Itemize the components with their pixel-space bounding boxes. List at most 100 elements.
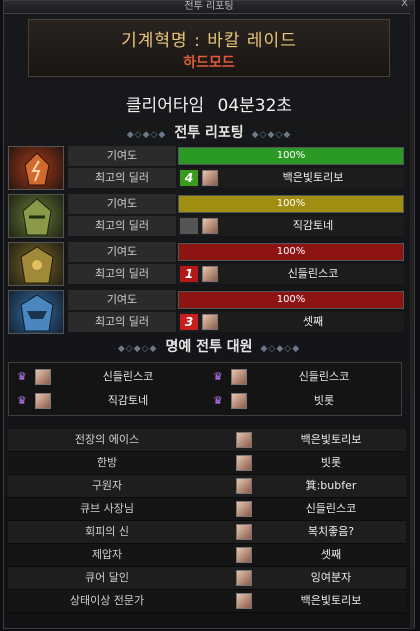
contribution-label: 기여도 xyxy=(68,194,176,214)
window-titlebar[interactable]: 전투 리포팅 X xyxy=(4,0,414,14)
award-recipient: 셋째 xyxy=(320,548,342,561)
avatar xyxy=(236,432,252,448)
character-portrait xyxy=(8,146,64,190)
contribution-percent: 100% xyxy=(276,246,306,257)
award-row: 구원자 箕:bubfer xyxy=(8,475,406,498)
avatar xyxy=(35,369,51,385)
ornament-icon: ◆◇◆◇◆ xyxy=(260,344,301,354)
award-row: 한방 빗롯 xyxy=(8,452,406,475)
avatar xyxy=(236,524,252,540)
contribution-percent: 100% xyxy=(276,198,306,209)
award-title: 큐어 달인 xyxy=(85,571,129,584)
window-title: 전투 리포팅 xyxy=(184,1,234,12)
award-recipient: 빗롯 xyxy=(320,456,342,469)
award-recipient: 잉여분자 xyxy=(310,571,352,584)
award-recipient: 백은빛토리보 xyxy=(300,433,362,446)
clear-time: 클리어타임 04분32초 xyxy=(4,91,414,116)
crown-icon: ♛ xyxy=(17,370,27,383)
award-row: 상태이상 전문가 백은빛토리보 xyxy=(8,590,406,613)
award-row: 큐브 사장님 신들린스코 xyxy=(8,498,406,521)
best-dealer-box: 3 셋째 xyxy=(178,312,404,332)
honor-member: ♛ 신들린스코 xyxy=(209,367,399,387)
avatar xyxy=(202,218,218,234)
avatar xyxy=(231,369,247,385)
player-row: 기여도 100% 최고의 딜러 4 백은빛토리보 xyxy=(8,146,404,190)
avatar xyxy=(202,266,218,282)
honor-member-name: 직감토네 xyxy=(107,394,149,407)
contribution-label: 기여도 xyxy=(68,146,176,166)
award-recipient: 백은빛토리보 xyxy=(300,594,362,607)
best-dealer-label: 최고의 딜러 xyxy=(68,264,176,284)
best-dealer-name: 신들린스코 xyxy=(287,267,339,280)
avatar xyxy=(236,570,252,586)
honor-member-name: 신들린스코 xyxy=(298,370,350,383)
crown-icon: ♛ xyxy=(213,370,223,383)
report-section-title: 전투 리포팅 xyxy=(174,125,244,141)
avatar xyxy=(202,314,218,330)
rank-badge: 4 xyxy=(180,170,198,186)
award-row: 전장의 에이스 백은빛토리보 xyxy=(8,429,406,452)
player-row: 기여도 100% 최고의 딜러 직감토네 xyxy=(8,194,404,238)
rank-badge: 1 xyxy=(180,266,198,282)
award-row: 큐어 달인 잉여분자 xyxy=(8,567,406,590)
helmet-icon xyxy=(20,246,54,284)
best-dealer-label: 최고의 딜러 xyxy=(68,168,176,188)
contribution-bar: 100% xyxy=(178,291,404,309)
avatar xyxy=(236,478,252,494)
avatar xyxy=(35,393,51,409)
honor-member: ♛ 직감토네 xyxy=(13,391,203,411)
best-dealer-name: 셋째 xyxy=(302,315,324,328)
crown-icon: ♛ xyxy=(17,394,27,407)
contribution-percent: 100% xyxy=(276,294,306,305)
award-title: 한방 xyxy=(96,456,118,469)
award-recipient: 箕:bubfer xyxy=(305,479,357,492)
award-title: 큐브 사장님 xyxy=(79,502,135,515)
award-title: 회피의 신 xyxy=(85,525,129,538)
ornament-icon: ◆◇◆◇◆ xyxy=(117,344,158,354)
award-recipient: 복치좋음? xyxy=(307,525,355,538)
best-dealer-name: 백은빛토리보 xyxy=(282,171,344,184)
character-portrait xyxy=(8,290,64,334)
ornament-icon: ◆◇◆◇◆ xyxy=(126,130,167,140)
scrollbar[interactable] xyxy=(410,13,414,629)
contribution-label: 기여도 xyxy=(68,290,176,310)
report-section-header: ◆◇◆◇◆ 전투 리포팅 ◆◇◆◇◆ xyxy=(4,122,414,142)
avatar xyxy=(202,170,218,186)
avatar xyxy=(236,501,252,517)
contribution-bar: 100% xyxy=(178,195,404,213)
rank-badge xyxy=(180,218,198,234)
helmet-icon xyxy=(20,294,54,332)
crown-icon: ♛ xyxy=(213,394,223,407)
player-row: 기여도 100% 최고의 딜러 3 셋째 xyxy=(8,290,404,334)
player-row: 기여도 100% 최고의 딜러 1 신들린스코 xyxy=(8,242,404,286)
rank-badge: 3 xyxy=(180,314,198,330)
honor-section-title: 명예 전투 대원 xyxy=(165,339,253,355)
contribution-bar: 100% xyxy=(178,147,404,165)
honor-member: ♛ 빗롯 xyxy=(209,391,399,411)
contribution-label: 기여도 xyxy=(68,242,176,262)
avatar xyxy=(236,547,252,563)
award-title: 전장의 에이스 xyxy=(74,433,140,446)
contribution-percent: 100% xyxy=(276,150,306,161)
helmet-icon xyxy=(24,152,50,186)
difficulty-label: 하드모드 xyxy=(183,55,235,71)
award-title: 상태이상 전문가 xyxy=(69,594,145,607)
award-title: 구원자 xyxy=(91,479,123,492)
clear-time-label: 클리어타임 xyxy=(125,96,205,116)
helmet-icon xyxy=(22,198,52,236)
raid-title: 기계혁명 : 바칼 레이드 xyxy=(121,31,297,51)
award-row: 제압자 셋째 xyxy=(8,544,406,567)
best-dealer-box: 1 신들린스코 xyxy=(178,264,404,284)
close-icon[interactable]: X xyxy=(401,0,408,9)
award-row: 회피의 신 복치좋음? xyxy=(8,521,406,544)
best-dealer-label: 최고의 딜러 xyxy=(68,312,176,332)
award-recipient: 신들린스코 xyxy=(305,502,357,515)
character-portrait xyxy=(8,242,64,286)
avatar xyxy=(236,455,252,471)
honor-member: ♛ 신들린스코 xyxy=(13,367,203,387)
honor-member-name: 빗롯 xyxy=(313,394,335,407)
honor-members-box: ♛ 신들린스코 ♛ 신들린스코 ♛ 직감토네 ♛ 빗롯 xyxy=(8,362,402,416)
battle-report-window: 전투 리포팅 X 기계혁명 : 바칼 레이드 하드모드 클리어타임 04분32초… xyxy=(3,0,415,629)
raid-title-box: 기계혁명 : 바칼 레이드 하드모드 xyxy=(28,19,390,77)
avatar xyxy=(236,593,252,609)
